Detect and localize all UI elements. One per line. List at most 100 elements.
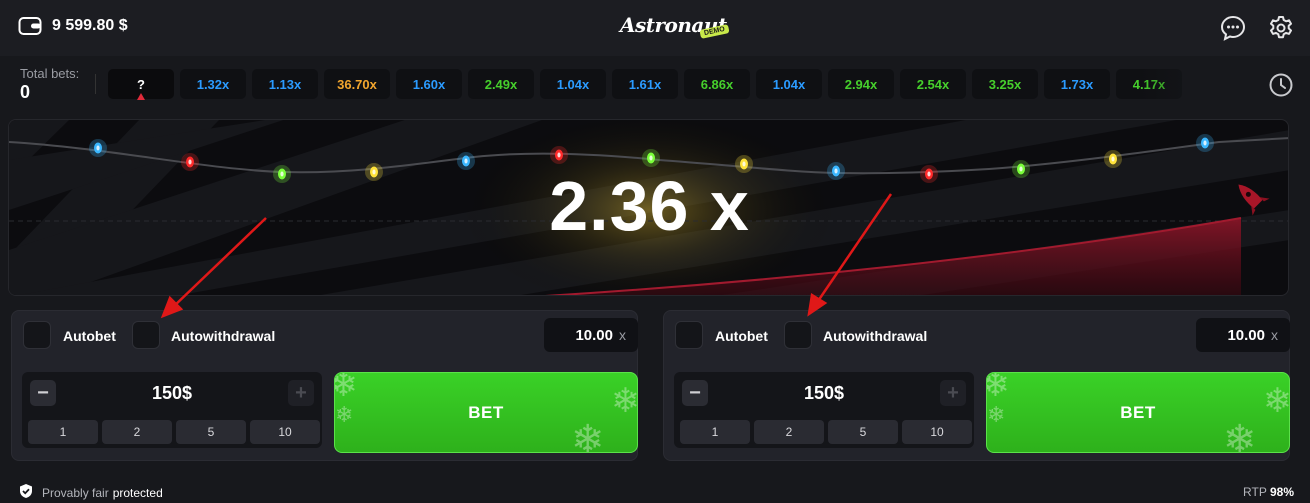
autowithdrawal-checkbox[interactable] [132,321,160,349]
rtp-value: 98% [1269,485,1294,499]
quick-amount-button[interactable]: 2 [754,420,824,444]
history-chip[interactable]: 1.04x [756,69,822,99]
quick-amount-button[interactable]: 1 [680,420,750,444]
autobet-label: Autobet [63,328,116,344]
quick-amount-button[interactable]: 10 [250,420,320,444]
history-chip[interactable]: 36.70x [324,69,390,99]
autobet-checkbox[interactable] [23,321,51,349]
autowithdrawal-input[interactable]: 10.00 x [1196,318,1290,352]
snowflake-icon: ❄ [1223,417,1258,453]
history-chip-value: 36.70x [337,76,377,92]
history-chip-value: 6.86x [700,76,734,92]
bet-button-label: BET [1120,402,1156,422]
light-bulb-icon [1196,134,1214,152]
history-chip[interactable]: 4.17x [1116,69,1182,99]
game-canvas: 2.36 x [8,119,1289,296]
current-round-label: ? [137,76,145,92]
history-chip-value: 2.49x [484,76,518,92]
history-chip[interactable]: 6.86x [684,69,750,99]
balance: 9 599.80 $ [52,17,128,34]
autowithdrawal-label: Autowithdrawal [171,328,276,344]
history-chip-value: 2.94x [844,76,878,92]
quick-amount-button[interactable]: 10 [902,420,972,444]
history-chip[interactable]: 1.04x [540,69,606,99]
increase-amount-button[interactable]: + [288,380,314,406]
history-chip[interactable]: 1.60x [396,69,462,99]
history-chip[interactable]: 3.25x [972,69,1038,99]
snowflake-icon: ❄ [1263,381,1290,421]
history-chip[interactable]: 1.61x [612,69,678,99]
current-marker-icon [137,93,145,100]
autowithdrawal-value: 10.00 [1227,326,1265,344]
quick-amount-button[interactable]: 1 [28,420,98,444]
autobet-label: Autobet [715,328,768,344]
bet-amount-input[interactable]: 150$ [714,383,934,404]
total-bets-value: 0 [20,82,31,102]
bet-amount-input[interactable]: 150$ [62,383,282,404]
quick-amount-button[interactable]: 2 [102,420,172,444]
total-bets: Total bets: 0 [20,66,79,103]
history-chip-value: 1.04x [556,76,590,92]
history-chip[interactable]: 2.49x [468,69,534,99]
history-chip[interactable]: 1.73x [1044,69,1110,99]
bet-button-label: BET [468,402,504,422]
autowithdrawal-value: 10.00 [575,326,613,344]
autowithdrawal-label: Autowithdrawal [823,328,928,344]
history-clock-icon[interactable] [1268,72,1294,98]
history-chip[interactable]: 1.32x [180,69,246,99]
provably-fair-label: Provably fair [42,485,109,500]
multiplier-history: Total bets: 0 ? 1.32x 1.13x 36.70x 1.60x 2.4… [0,56,1310,110]
rtp-label: RTP [1243,485,1267,499]
decrease-amount-button[interactable]: − [682,380,708,406]
current-round-chip[interactable]: ? [108,69,174,100]
history-chip-value: 2.54x [916,76,950,92]
decrease-amount-button[interactable]: − [30,380,56,406]
history-chip-value: 1.13x [268,76,302,92]
history-chip[interactable]: 2.94x [828,69,894,99]
chat-icon[interactable] [1219,14,1247,42]
autowithdrawal-suffix: x [1271,327,1278,343]
history-chip-value: 1.73x [1060,76,1094,92]
bet-button[interactable]: ❄ ❄ ❄ ❄ BET [986,372,1290,453]
current-multiplier: 2.36 x [549,167,750,245]
provably-fair[interactable]: Provably fair protected [18,483,163,502]
bet-button[interactable]: ❄ ❄ ❄ ❄ BET [334,372,638,453]
increase-amount-button[interactable]: + [940,380,966,406]
top-bar: 9 599.80 $ Astronaut DEMO [0,0,1310,56]
history-chip-value: 3.25x [988,76,1022,92]
snowflake-icon: ❄ [571,417,606,453]
shield-icon [18,483,34,502]
protected-label: protected [112,485,163,500]
history-chip-value: 1.60x [412,76,446,92]
history-chip-value: 1.04x [772,76,806,92]
bet-panel-2: Autobet Autowithdrawal 10.00 x − 150$ + … [663,310,1290,461]
total-bets-label: Total bets: [20,66,80,81]
light-bulb-icon [89,139,107,157]
logo: Astronaut DEMO [620,13,732,43]
history-chip-value: 4.17x [1132,76,1166,92]
snowflake-icon: ❄ [335,373,358,405]
bet-panel-1: Autobet Autowithdrawal 10.00 x − 150$ + … [11,310,638,461]
wallet[interactable]: 9 599.80 $ [18,16,128,36]
snowflake-icon: ❄ [611,381,638,421]
divider [95,74,96,94]
light-bulb-icon [550,146,568,164]
snowflake-icon: ❄ [987,403,1006,428]
history-chip[interactable]: 2.54x [900,69,966,99]
autowithdrawal-checkbox[interactable] [784,321,812,349]
rtp: RTP 98% [1243,485,1294,499]
light-bulb-icon [642,149,660,167]
wallet-icon [18,16,42,36]
bet-amount-box: − 150$ + 1 2 5 10 [674,372,974,448]
quick-amount-button[interactable]: 5 [176,420,246,444]
autobet-checkbox[interactable] [675,321,703,349]
history-chip-value: 1.32x [196,76,230,92]
bet-amount-box: − 150$ + 1 2 5 10 [22,372,322,448]
gear-icon[interactable] [1267,14,1295,42]
autowithdrawal-input[interactable]: 10.00 x [544,318,638,352]
quick-amount-button[interactable]: 5 [828,420,898,444]
snowflake-icon: ❄ [987,373,1010,405]
autowithdrawal-suffix: x [619,327,626,343]
snowflake-icon: ❄ [335,403,354,428]
history-chip[interactable]: 1.13x [252,69,318,99]
